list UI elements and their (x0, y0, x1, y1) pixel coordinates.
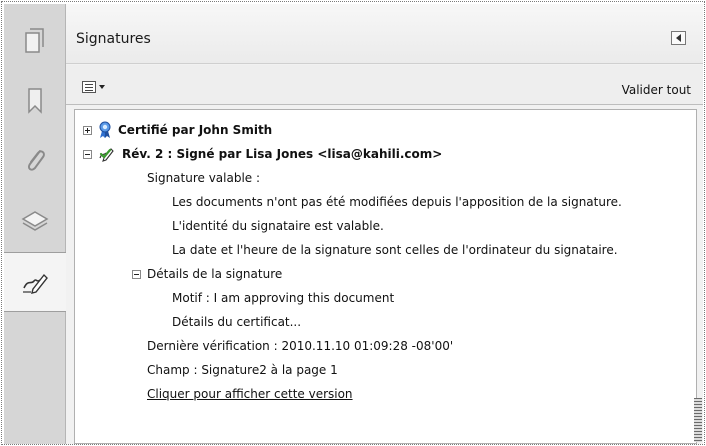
tree-row-certificate-details[interactable]: Détails du certificat... (172, 310, 301, 334)
tree-row-certified[interactable]: Certifié par John Smith (83, 118, 272, 142)
validate-all-button[interactable]: Valider tout (622, 83, 691, 97)
panel-header: Signatures (66, 4, 703, 64)
chevron-down-icon (99, 85, 105, 89)
triangle-left-icon (675, 34, 681, 42)
tree-row-field[interactable]: Champ : Signature2 à la page 1 (147, 358, 338, 382)
view-version-link[interactable]: Cliquer pour afficher cette version (147, 387, 353, 401)
valid-signature-label: Signature valable : (147, 171, 261, 185)
collapse-icon[interactable] (83, 149, 92, 159)
bookmark-icon (28, 88, 42, 114)
tree-row-last-check[interactable]: Dernière vérification : 2010.11.10 01:09… (147, 334, 453, 358)
layers-button[interactable] (4, 190, 66, 250)
signature-pen-icon (23, 273, 48, 294)
panel-title: Signatures (76, 31, 151, 47)
layers-icon (21, 211, 49, 231)
options-list-icon (82, 81, 96, 93)
pages-icon (25, 28, 44, 53)
tree-row-view-version[interactable]: Cliquer pour afficher cette version (147, 382, 353, 406)
last-check-text: Dernière vérification : 2010.11.10 01:09… (147, 339, 454, 353)
certificate-ribbon-icon (99, 121, 111, 138)
signatures-button[interactable] (4, 252, 67, 312)
panel-toolbar: Valider tout (66, 65, 703, 105)
bookmarks-button[interactable] (4, 70, 66, 130)
valid-signature-icon (99, 148, 114, 162)
not-modified-text: Les documents n'ont pas été modifiées de… (172, 195, 622, 209)
revision-label: Rév. 2 : Signé par Lisa Jones <lisa@kahi… (122, 147, 443, 161)
field-text: Champ : Signature2 à la page 1 (147, 363, 338, 377)
tree-row-revision[interactable]: Rév. 2 : Signé par Lisa Jones <lisa@kahi… (83, 142, 442, 166)
tree-row-details[interactable]: Détails de la signature (132, 262, 282, 286)
collapse-panel-button[interactable] (671, 31, 686, 45)
navigation-strip (4, 4, 67, 444)
certified-label: Certifié par John Smith (118, 123, 273, 137)
signature-tree: Certifié par John Smith Rév. 2 : Signé p… (74, 109, 697, 444)
details-heading: Détails de la signature (147, 267, 283, 281)
pages-button[interactable] (4, 10, 66, 70)
attachments-button[interactable] (4, 130, 66, 190)
collapse-icon[interactable] (132, 269, 141, 279)
tree-row-valid-signature[interactable]: Signature valable : (147, 166, 260, 190)
date-time-text: La date et l'heure de la signature sont … (172, 243, 618, 257)
tree-row-identity[interactable]: L'identité du signataire est valable. (172, 214, 384, 238)
tree-row-reason[interactable]: Motif : I am approving this document (172, 286, 394, 310)
expand-icon[interactable] (83, 125, 92, 135)
certificate-details-text: Détails du certificat... (172, 315, 302, 329)
resize-grip[interactable] (694, 398, 702, 442)
identity-valid-text: L'identité du signataire est valable. (172, 219, 384, 233)
paperclip-icon (27, 150, 45, 171)
options-menu-button[interactable] (82, 81, 105, 93)
tree-row-date-time[interactable]: La date et l'heure de la signature sont … (172, 238, 618, 262)
signatures-panel: Signatures Valider tout Certifié par Joh… (66, 4, 703, 444)
tree-row-not-modified[interactable]: Les documents n'ont pas été modifiées de… (172, 190, 622, 214)
reason-text: Motif : I am approving this document (172, 291, 395, 305)
